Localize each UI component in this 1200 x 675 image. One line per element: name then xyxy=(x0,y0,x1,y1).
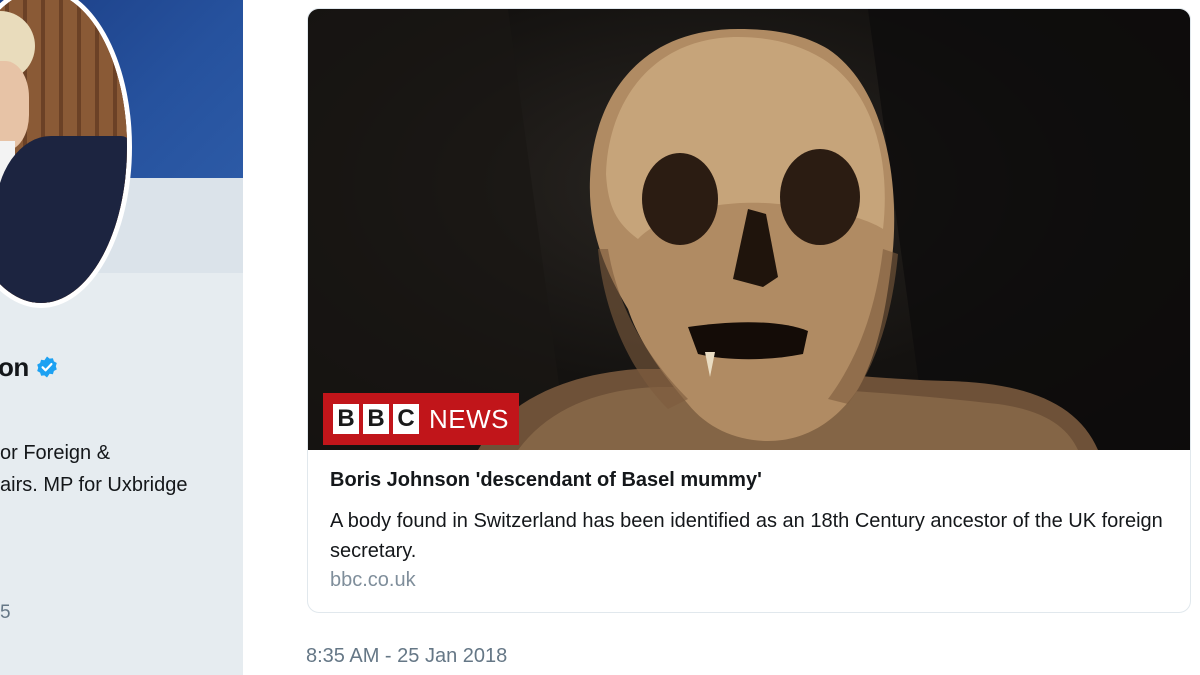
bbc-logo-word: NEWS xyxy=(429,403,509,434)
profile-stat-fragment: 5 xyxy=(0,602,11,623)
bbc-logo-letter: C xyxy=(393,404,419,434)
card-image[interactable]: B B C NEWS xyxy=(308,9,1190,450)
profile-bio-line: or Foreign & xyxy=(0,442,111,464)
profile-name-row[interactable]: on xyxy=(0,346,59,388)
link-preview-card[interactable]: B B C NEWS Boris Johnson 'descendant of … xyxy=(307,8,1191,613)
tweet-timestamp[interactable]: 8:35 AM - 25 Jan 2018 xyxy=(306,645,507,668)
bbc-logo-letter: B xyxy=(363,404,389,434)
bbc-logo-letter: B xyxy=(333,404,359,434)
avatar-suit xyxy=(0,136,127,303)
card-title[interactable]: Boris Johnson 'descendant of Basel mummy… xyxy=(330,469,762,492)
avatar[interactable] xyxy=(0,0,132,308)
verified-badge-icon xyxy=(36,356,57,378)
card-domain[interactable]: bbc.co.uk xyxy=(330,569,416,592)
profile-bio-line: airs. MP for Uxbridge xyxy=(0,474,188,496)
card-description: A body found in Switzerland has been ide… xyxy=(330,510,1163,562)
profile-name[interactable]: on xyxy=(0,352,29,383)
bbc-news-logo: B B C NEWS xyxy=(323,393,519,445)
mummy-photo xyxy=(308,9,1190,450)
profile-panel: on or Foreign & airs. MP for Uxbridge 5 xyxy=(0,0,243,675)
